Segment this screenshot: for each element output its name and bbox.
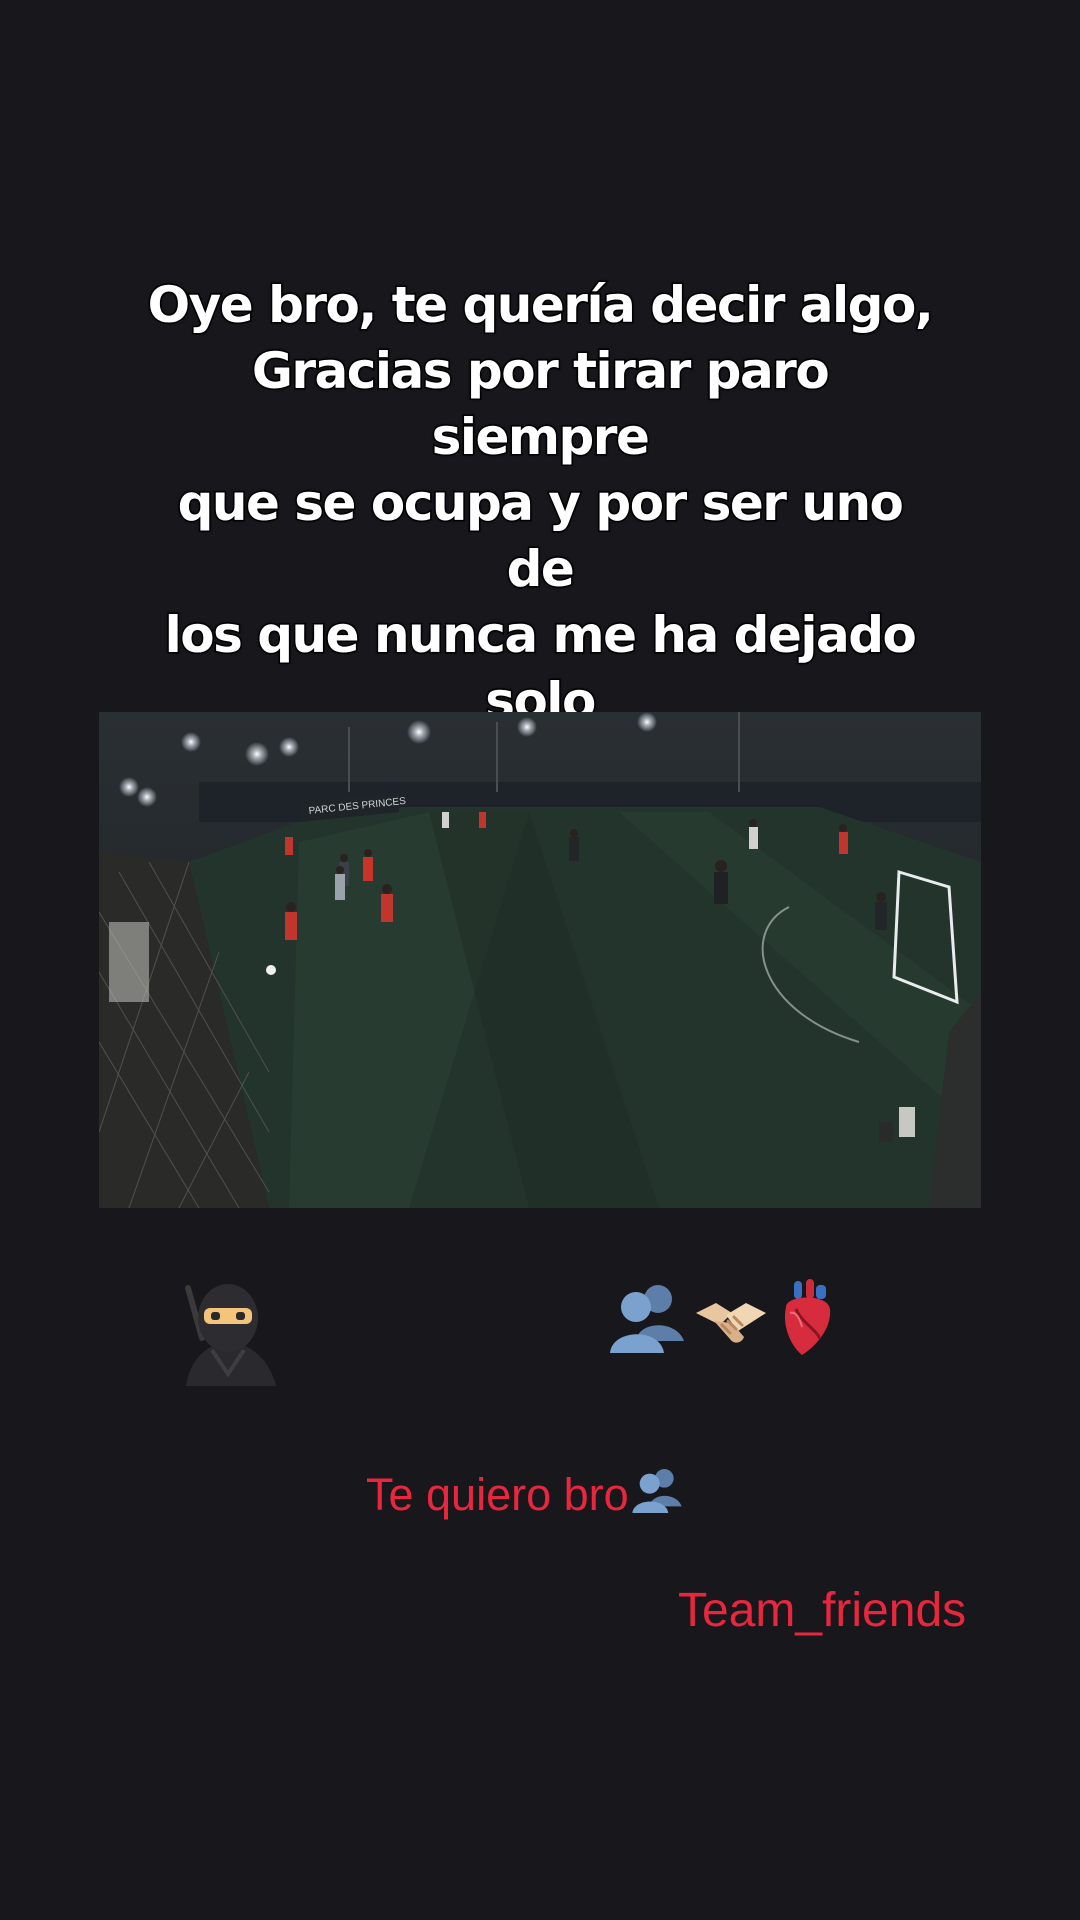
love-message: Te quiero bro xyxy=(366,1465,683,1524)
caption-line: Gracias por tirar paro siempre xyxy=(250,341,831,468)
soccer-field-scene: PARC DES PRINCES xyxy=(99,712,981,1208)
ninja-icon xyxy=(172,1278,284,1386)
handshake-icon xyxy=(692,1279,770,1357)
busts-in-silhouette-icon xyxy=(608,1279,686,1357)
team-tag: Team_friends xyxy=(678,1584,967,1637)
caption-text: Oye bro, te quería decir algo, Gracias p… xyxy=(140,272,940,734)
anatomical-heart-icon xyxy=(776,1279,838,1357)
emoji-row xyxy=(608,1278,838,1358)
video-player[interactable]: PARC DES PRINCES xyxy=(99,712,981,1208)
love-message-text: Te quiero bro xyxy=(366,1468,629,1520)
busts-in-silhouette-icon xyxy=(631,1465,683,1524)
caption-line: Oye bro, te quería decir algo, xyxy=(146,275,935,336)
caption-line: los que nunca me ha dejado xyxy=(163,605,918,666)
caption-line: que se ocupa y por ser uno de xyxy=(176,473,905,600)
